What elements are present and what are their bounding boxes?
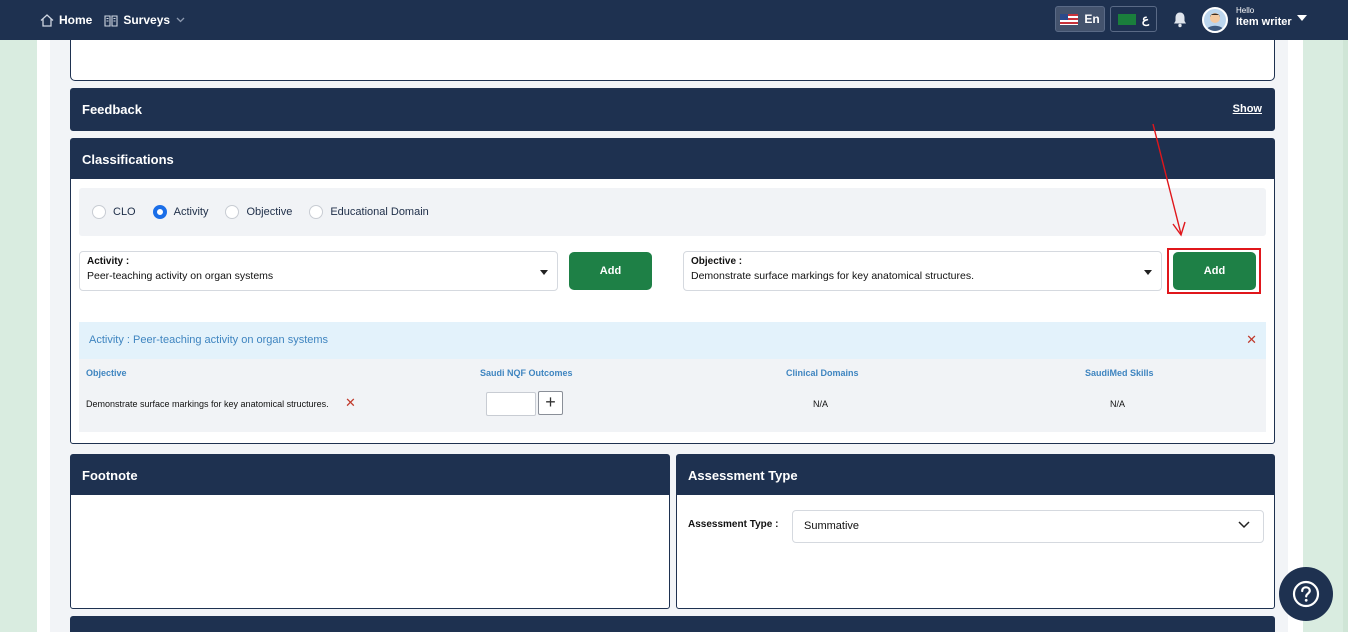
previous-section-box: [70, 40, 1275, 81]
column-header-objective: Objective: [86, 368, 127, 378]
add-objective-button[interactable]: Add: [1173, 252, 1256, 290]
next-section-header: [70, 616, 1275, 632]
radio-activity[interactable]: Activity: [152, 205, 209, 219]
radio-activity-label: Activity: [173, 206, 209, 218]
assessment-type-label: Assessment Type :: [688, 519, 779, 530]
footnote-card: Footnote: [70, 454, 670, 609]
classification-type-radio-group: CLO Activity Objective Educational Domai…: [79, 188, 1266, 236]
language-en-button[interactable]: En: [1055, 6, 1105, 32]
saudimed-skills-cell: N/A: [1110, 399, 1126, 409]
column-header-clinical-domains: Clinical Domains: [786, 368, 859, 378]
activity-select-label: Activity :: [87, 256, 130, 267]
home-icon: [40, 13, 54, 27]
caret-down-icon[interactable]: [1297, 15, 1307, 21]
question-icon: [1292, 580, 1320, 608]
radio-objective-label: Objective: [246, 206, 293, 218]
help-button[interactable]: [1279, 567, 1333, 621]
objective-select[interactable]: Objective : Demonstrate surface markings…: [683, 251, 1162, 291]
column-header-saudi-nqf: Saudi NQF Outcomes: [480, 368, 573, 378]
radio-clo[interactable]: CLO: [92, 205, 136, 219]
objective-select-label: Objective :: [691, 256, 743, 267]
classifications-title: Classifications: [71, 139, 1274, 179]
chevron-down-icon: [176, 17, 185, 23]
add-activity-button[interactable]: Add: [569, 252, 652, 290]
radio-clo-label: CLO: [113, 206, 136, 218]
add-nqf-outcome-button[interactable]: +: [538, 391, 563, 415]
chevron-down-icon: [1238, 521, 1250, 529]
assessment-type-select[interactable]: Summative: [792, 510, 1264, 543]
user-name: Item writer: [1236, 16, 1292, 28]
user-info: Hello Item writer: [1236, 6, 1292, 28]
assessment-type-card: Assessment Type Assessment Type : Summat…: [676, 454, 1275, 609]
caret-down-icon: [540, 270, 548, 275]
language-en-label: En: [1084, 12, 1100, 26]
column-header-saudimed-skills: SaudiMed Skills: [1085, 368, 1154, 378]
radio-button-selected[interactable]: [152, 205, 167, 219]
nav-home[interactable]: Home: [40, 13, 92, 27]
assessment-type-value: Summative: [804, 520, 860, 532]
page-scrollbar[interactable]: [1343, 40, 1348, 632]
radio-button[interactable]: [92, 205, 106, 219]
user-greeting: Hello: [1236, 6, 1255, 15]
saudi-flag-icon: [1117, 13, 1136, 25]
language-ar-label: ع: [1141, 12, 1150, 26]
activity-select[interactable]: Activity : Peer-teaching activity on org…: [79, 251, 558, 291]
feedback-card: Feedback Show: [70, 88, 1275, 131]
objective-select-value: Demonstrate surface markings for key ana…: [691, 270, 975, 282]
radio-objective[interactable]: Objective: [225, 205, 292, 219]
radio-educational-domain-label: Educational Domain: [330, 206, 429, 218]
activity-select-value: Peer-teaching activity on organ systems: [87, 270, 274, 282]
us-flag-icon: [1060, 13, 1079, 25]
nav-surveys[interactable]: Surveys: [104, 13, 190, 27]
bell-icon[interactable]: [1172, 11, 1188, 28]
language-ar-button[interactable]: ع: [1110, 6, 1157, 32]
saudi-nqf-input[interactable]: [486, 392, 536, 416]
feedback-title: Feedback: [71, 89, 1274, 130]
user-avatar-icon: [1206, 13, 1224, 31]
avatar[interactable]: [1202, 7, 1228, 33]
radio-button[interactable]: [225, 205, 240, 219]
feedback-show-link[interactable]: Show: [1233, 103, 1262, 115]
caret-down-icon: [1144, 270, 1152, 275]
clinical-domains-cell: N/A: [813, 399, 829, 409]
book-icon: [104, 14, 118, 27]
assessment-type-title: Assessment Type: [677, 455, 1274, 495]
activity-association-title: Activity : Peer-teaching activity on org…: [89, 334, 329, 346]
radio-button[interactable]: [309, 205, 324, 219]
objective-table: Objective Saudi NQF Outcomes Clinical Do…: [79, 359, 1266, 432]
nav-surveys-label: Surveys: [123, 13, 171, 27]
objective-cell: Demonstrate surface markings for key ana…: [86, 399, 329, 409]
radio-educational-domain[interactable]: Educational Domain: [309, 205, 429, 219]
remove-activity-icon[interactable]: ✕: [1246, 332, 1257, 348]
activity-association-header: Activity : Peer-teaching activity on org…: [79, 322, 1266, 359]
remove-objective-icon[interactable]: ✕: [345, 395, 356, 411]
classifications-card: Classifications CLO Activity Objective E…: [70, 138, 1275, 444]
footnote-title: Footnote: [71, 455, 669, 495]
nav-home-label: Home: [59, 13, 93, 27]
